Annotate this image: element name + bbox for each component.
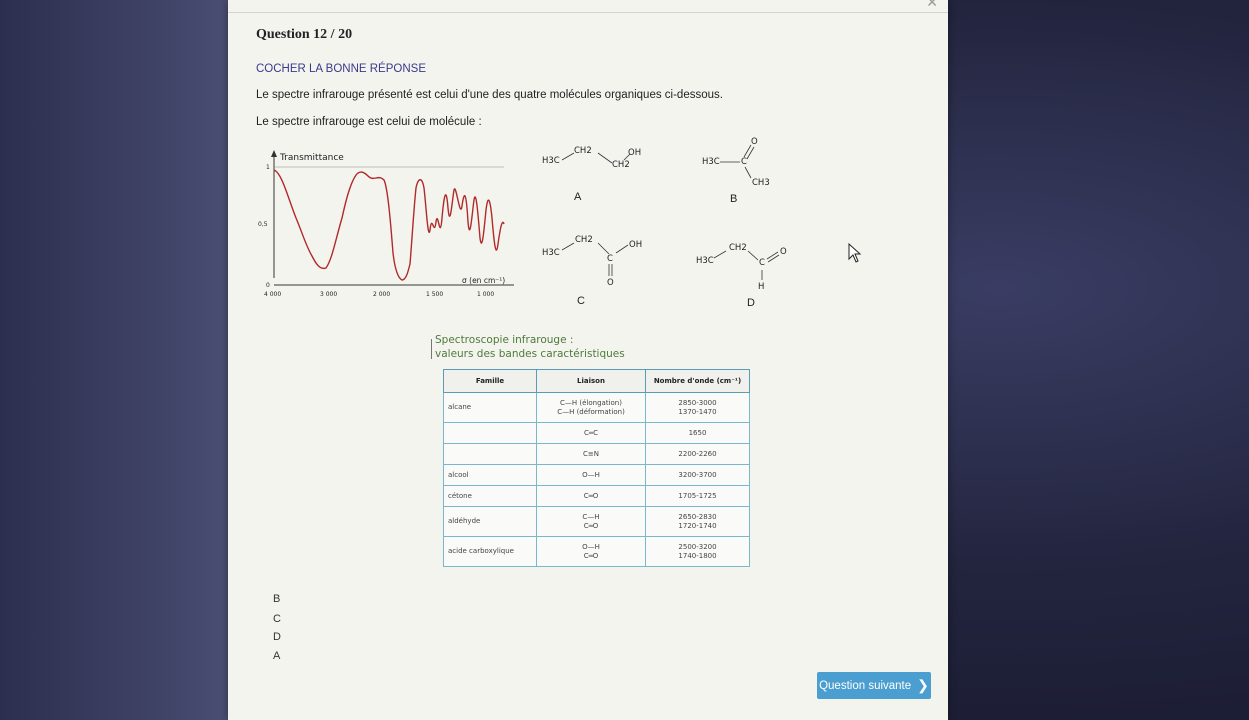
y-tick-0-5: 0,5 [258,221,268,228]
liaison-cell: C≡N [536,443,646,465]
header-nombre-onde: Nombre d'onde (cm⁻¹) [645,369,750,393]
answer-option-c[interactable]: C [273,613,281,625]
next-question-button[interactable]: Question suivante ❯ [817,672,931,699]
question-prompt: Le spectre infrarouge est celui de moléc… [256,116,482,128]
mouse-cursor-icon [848,243,862,263]
mol-c-bonds [561,242,629,276]
onde-cell: 1705-1725 [645,485,750,507]
table-row: C═C 1650 [443,422,750,444]
top-divider [228,12,948,13]
answer-option-d[interactable]: D [273,631,281,643]
spectro-heading-bar [431,339,432,359]
answer-option-b[interactable]: B [273,593,280,605]
spectro-heading-line1: Spectroscopie infrarouge : [435,334,574,346]
mol-a-bonds [561,152,631,164]
onde-cell: 2850-3000 1370-1470 [645,392,750,423]
famille-cell: alcool [443,464,537,486]
next-question-label: Question suivante [819,679,912,692]
background-left [0,0,228,720]
x-axis-label: σ (en cm⁻¹) [462,276,505,285]
liaison-cell: C═C [536,422,646,444]
ir-spectrum-chart: Transmittance 1 0,5 0 4 000 3 000 2 000 … [258,150,514,298]
liaison-cell: C═O [536,485,646,507]
liaison-cell: O—H C═O [536,536,646,567]
transmittance-curve [273,169,505,281]
x-tick-2000: 2 000 [373,291,390,298]
table-row: acide carboxylique O—H C═O 2500-3200 1740-… [443,536,750,567]
famille-cell [443,422,537,444]
header-liaison: Liaison [536,369,646,393]
mol-b-letter: B [730,193,738,205]
famille-cell [443,443,537,465]
mol-b-bonds [720,144,755,179]
famille-cell: acide carboxylique [443,536,537,567]
chevron-right-icon: ❯ [917,677,929,693]
ir-bands-table: Famille Liaison Nombre d'onde (cm⁻¹) alc… [443,369,750,567]
spectro-heading-line2: valeurs des bandes caractéristiques [435,348,625,360]
x-tick-1000: 1 000 [477,291,494,298]
liaison-cell: C—H (élongation) C—H (déformation) [536,392,646,423]
onde-cell: 2650-2830 1720-1740 [645,506,750,537]
y-tick-1: 1 [266,164,270,171]
y-axis-arrow [271,150,277,157]
question-statement: Le spectre infrarouge présenté est celui… [256,89,723,101]
table-row: alcane C—H (élongation) C—H (déformation)… [443,392,750,423]
onde-cell: 2200-2260 [645,443,750,465]
onde-cell: 1650 [645,422,750,444]
liaison-cell: O—H [536,464,646,486]
onde-cell: 3200-3700 [645,464,750,486]
y-axis-label: Transmittance [279,153,344,163]
question-title: Question 12 / 20 [256,27,353,42]
header-famille: Famille [443,369,537,393]
table-row: alcool O—H 3200-3700 [443,464,750,486]
famille-cell: aldéhyde [443,506,537,537]
liaison-cell: C—H C═O [536,506,646,537]
x-tick-3000: 3 000 [320,291,337,298]
mol-d-letter: D [747,297,755,309]
famille-cell: cétone [443,485,537,507]
table-header-row: Famille Liaison Nombre d'onde (cm⁻¹) [443,369,750,393]
x-tick-4000: 4 000 [264,291,281,298]
famille-cell: alcane [443,392,537,423]
x-tick-1500: 1 500 [426,291,443,298]
mol-c-letter: C [577,295,585,307]
close-icon[interactable]: ✕ [926,0,938,11]
mol-d-bonds [713,250,780,280]
answer-option-a[interactable]: A [273,650,280,662]
spectro-heading: Spectroscopie infrarouge : valeurs des b… [435,333,625,361]
table-row: cétone C═O 1705-1725 [443,485,750,507]
table-row: aldéhyde C—H C═O 2650-2830 1720-1740 [443,506,750,537]
instruction-text: COCHER LA BONNE RÉPONSE [256,63,426,75]
onde-cell: 2500-3200 1740-1800 [645,536,750,567]
quiz-page: ✕ Question 12 / 20 COCHER LA BONNE RÉPON… [228,0,948,720]
mol-a-letter: A [574,191,582,203]
y-tick-0: 0 [266,282,270,289]
table-row: C≡N 2200-2260 [443,443,750,465]
